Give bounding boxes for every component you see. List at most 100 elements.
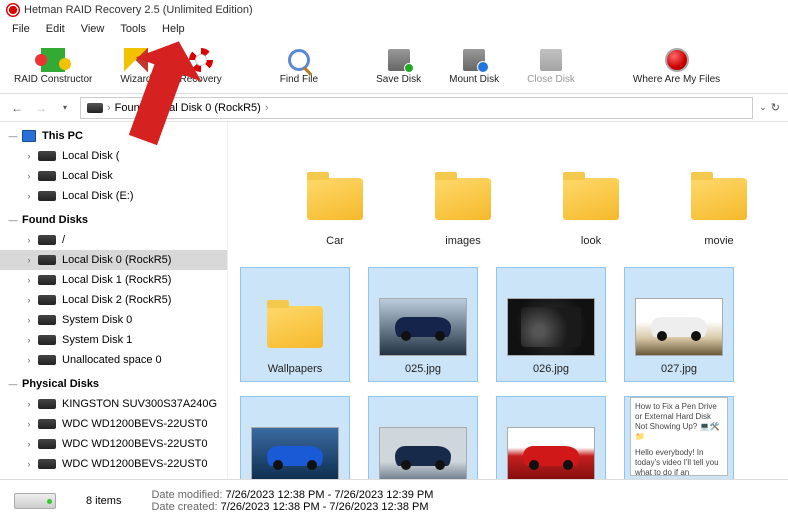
folder-item-selected[interactable]: Wallpapers xyxy=(240,267,350,382)
item-label: 027.jpg xyxy=(661,363,697,381)
expand-icon[interactable]: › xyxy=(24,235,34,245)
expand-icon[interactable]: › xyxy=(24,439,34,449)
folder-icon xyxy=(691,178,747,220)
collapse-icon[interactable]: — xyxy=(8,131,18,141)
tree-node-found-disks[interactable]: — Found Disks xyxy=(0,210,227,230)
save-disk-button[interactable]: Save Disk xyxy=(362,42,435,89)
folder-icon xyxy=(267,306,323,348)
tree-node[interactable]: ›WDC WD1200BEVS-22UST0 xyxy=(0,434,227,454)
where-are-my-files-button[interactable]: Where Are My Files xyxy=(619,42,734,89)
file-grid[interactable]: Car images look movie Wallpapers 025.jpg… xyxy=(228,122,788,479)
expand-icon[interactable]: › xyxy=(24,191,34,201)
folder-item[interactable]: look xyxy=(536,138,646,253)
menu-edit[interactable]: Edit xyxy=(38,21,73,37)
tree-node[interactable]: ›Local Disk 2 (RockR5) xyxy=(0,290,227,310)
image-thumbnail xyxy=(635,298,723,356)
breadcrumb-seg[interactable]: Foun xyxy=(115,102,140,114)
nav-forward-button[interactable]: → xyxy=(32,99,50,117)
expand-icon[interactable]: › xyxy=(24,315,34,325)
pc-icon xyxy=(22,130,36,142)
recovery-button[interactable]: Recovery xyxy=(165,42,235,89)
collapse-icon[interactable]: — xyxy=(8,215,18,225)
menu-bar: File Edit View Tools Help xyxy=(0,20,788,38)
breadcrumb-dropdown[interactable]: ⌄ xyxy=(759,102,767,113)
raid-constructor-button[interactable]: RAID Constructor xyxy=(0,42,106,89)
folder-item[interactable]: images xyxy=(408,138,518,253)
file-item-selected[interactable]: How to Fix a Pen Drive or External Hard … xyxy=(624,396,734,479)
main-body: — This PC ›Local Disk ( ›Local Disk ›Loc… xyxy=(0,122,788,479)
item-label: Wallpapers xyxy=(268,363,323,381)
tree-label: WDC WD1200BEVS-22UST0 xyxy=(62,418,208,430)
menu-view[interactable]: View xyxy=(73,21,113,37)
tree-node-physical-disks[interactable]: — Physical Disks xyxy=(0,374,227,394)
file-item-selected[interactable]: 026.jpg xyxy=(496,267,606,382)
tree-node-selected[interactable]: ›Local Disk 0 (RockR5) xyxy=(0,250,227,270)
tree-node[interactable]: › System Disk 0 xyxy=(0,310,227,330)
expand-icon[interactable]: › xyxy=(24,255,34,265)
image-thumbnail xyxy=(379,298,467,356)
item-label: movie xyxy=(704,235,733,253)
mount-disk-button[interactable]: Mount Disk xyxy=(435,42,513,89)
modified-label: Date modified: xyxy=(151,489,222,501)
tree-label: System Disk 0 xyxy=(62,314,132,326)
tree-node[interactable]: › System Disk 1 xyxy=(0,330,227,350)
tree-node[interactable]: ›Local Disk xyxy=(0,166,227,186)
disk-icon xyxy=(38,235,56,245)
expand-icon[interactable]: › xyxy=(24,171,34,181)
tree-label: WDC WD1200BEVS-22UST0 xyxy=(62,458,208,470)
toolbar-label: RAID Constructor xyxy=(14,74,92,85)
wizard-button[interactable]: Wizard xyxy=(106,42,165,89)
disk-icon xyxy=(38,335,56,345)
status-dates: Date modified: 7/26/2023 12:38 PM - 7/26… xyxy=(151,489,433,513)
file-item-selected[interactable]: 030.jpg xyxy=(496,396,606,479)
disk-icon xyxy=(38,459,56,469)
expand-icon[interactable]: › xyxy=(24,399,34,409)
toolbar: RAID Constructor Wizard Recovery Find Fi… xyxy=(0,38,788,94)
window-title: Hetman RAID Recovery 2.5 (Unlimited Edit… xyxy=(24,4,253,16)
toolbar-label: Close Disk xyxy=(527,74,575,85)
magnifier-icon xyxy=(288,49,310,71)
nav-history-dropdown[interactable]: ▾ xyxy=(56,99,74,117)
folder-item[interactable]: movie xyxy=(664,138,774,253)
breadcrumb-seg[interactable]: Local Disk 0 (RockR5) xyxy=(151,102,260,114)
breadcrumb[interactable]: › Foun › Local Disk 0 (RockR5) › xyxy=(80,97,753,119)
menu-file[interactable]: File xyxy=(4,21,38,37)
tree-node[interactable]: ›KINGSTON SUV300S37A240G xyxy=(0,394,227,414)
find-file-button[interactable]: Find File xyxy=(266,42,332,89)
refresh-button[interactable]: ↻ xyxy=(771,101,780,114)
tree-node[interactable]: ›Local Disk ( xyxy=(0,146,227,166)
menu-help[interactable]: Help xyxy=(154,21,193,37)
disk-icon xyxy=(38,295,56,305)
folder-item[interactable]: Car xyxy=(280,138,390,253)
tree-label: / xyxy=(62,234,65,246)
expand-icon[interactable]: › xyxy=(24,355,34,365)
file-item-selected[interactable]: 028.jpg xyxy=(240,396,350,479)
tree-node[interactable]: ›Unallocated space 0 xyxy=(0,350,227,370)
tree-node[interactable]: › WDC WD1200BEVS-22UST0 xyxy=(0,454,227,474)
tree-node[interactable]: › WDC WD1200BEVS-22UST0 xyxy=(0,414,227,434)
file-item-selected[interactable]: 025.jpg xyxy=(368,267,478,382)
file-item-selected[interactable]: 027.jpg xyxy=(624,267,734,382)
folder-tree[interactable]: — This PC ›Local Disk ( ›Local Disk ›Loc… xyxy=(0,122,228,479)
tree-label: System Disk 1 xyxy=(62,334,132,346)
expand-icon[interactable]: › xyxy=(24,295,34,305)
breadcrumb-sep: › xyxy=(144,102,148,114)
nav-back-button[interactable]: ← xyxy=(8,99,26,117)
file-item-selected[interactable]: 029.jpg xyxy=(368,396,478,479)
toolbar-label: Mount Disk xyxy=(449,74,499,85)
tree-node[interactable]: › Local Disk 1 (RockR5) xyxy=(0,270,227,290)
expand-icon[interactable]: › xyxy=(24,335,34,345)
expand-icon[interactable]: › xyxy=(24,419,34,429)
tree-node[interactable]: ›/ xyxy=(0,230,227,250)
toolbar-label: Save Disk xyxy=(376,74,421,85)
tree-node[interactable]: ›Local Disk (E:) xyxy=(0,186,227,206)
disk-icon xyxy=(38,439,56,449)
tree-node-this-pc[interactable]: — This PC xyxy=(0,126,227,146)
expand-icon[interactable]: › xyxy=(24,275,34,285)
title-bar: Hetman RAID Recovery 2.5 (Unlimited Edit… xyxy=(0,0,788,20)
collapse-icon[interactable]: — xyxy=(8,379,18,389)
expand-icon[interactable]: › xyxy=(24,151,34,161)
tree-label: Local Disk 1 (RockR5) xyxy=(62,274,171,286)
expand-icon[interactable]: › xyxy=(24,459,34,469)
menu-tools[interactable]: Tools xyxy=(112,21,154,37)
